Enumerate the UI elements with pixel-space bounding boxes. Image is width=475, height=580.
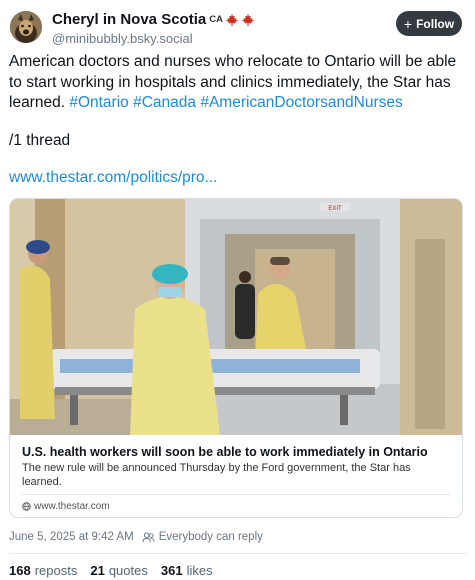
exit-sign: EXIT [328,206,342,212]
engagement-stats: 168 reposts 21 quotes 361 likes [9,563,226,578]
hashtag-link[interactable]: #Canada [133,94,196,111]
card-domain-row: www.thestar.com [22,501,110,512]
quotes-label: quotes [108,563,148,578]
people-icon [142,532,155,543]
card-domain: www.thestar.com [34,501,110,512]
hashtag-link[interactable]: #AmericanDoctorsandNurses [200,94,402,111]
maple-leaf-icon [242,13,254,26]
reposts-count: 168 [9,563,31,578]
hashtag-link[interactable]: #Ontario [69,94,128,111]
likes-count: 361 [160,563,183,578]
likes-label: likes [186,563,213,578]
follow-button-label: Follow [416,16,455,31]
globe-icon [22,502,31,511]
author-handle[interactable]: @minibubbly.bsky.social [52,31,193,46]
card-divider [22,494,450,495]
stats-divider [9,553,466,554]
external-link[interactable]: www.thestar.com/politics/pro... [9,169,217,187]
maple-leaf-icon [226,13,238,26]
post-meta: June 5, 2025 at 9:42 AM Everybody can re… [9,531,263,543]
reposts-label: reposts [34,563,78,578]
reposts-stat[interactable]: 168 reposts [9,563,77,578]
link-preview-card[interactable]: EXIT U.S. health workers will soon be ab… [9,198,463,518]
follow-button[interactable]: + Follow [396,11,462,36]
card-title[interactable]: U.S. health workers will soon be able to… [22,445,452,459]
quotes-count: 21 [90,563,105,578]
post-text: American doctors and nurses who relocate… [9,52,465,114]
author-name-row[interactable]: Cheryl in Nova Scotia CA [52,11,255,28]
plus-icon: + [403,15,413,32]
author-name-tag: CA [209,14,223,25]
avatar[interactable] [10,11,42,43]
author-display-name[interactable]: Cheryl in Nova Scotia [52,11,206,28]
avatar-image [10,11,42,43]
post-container: Cheryl in Nova Scotia CA @minibubbly.bsk… [0,0,475,580]
card-image[interactable]: EXIT [10,199,462,435]
card-description: The new rule will be announced Thursday … [22,462,411,488]
post-timestamp[interactable]: June 5, 2025 at 9:42 AM [9,531,134,543]
reply-setting: Everybody can reply [158,531,263,543]
likes-stat[interactable]: 361 likes [161,563,213,578]
thread-note: /1 thread [9,132,71,149]
quotes-stat[interactable]: 21 quotes [90,563,148,578]
